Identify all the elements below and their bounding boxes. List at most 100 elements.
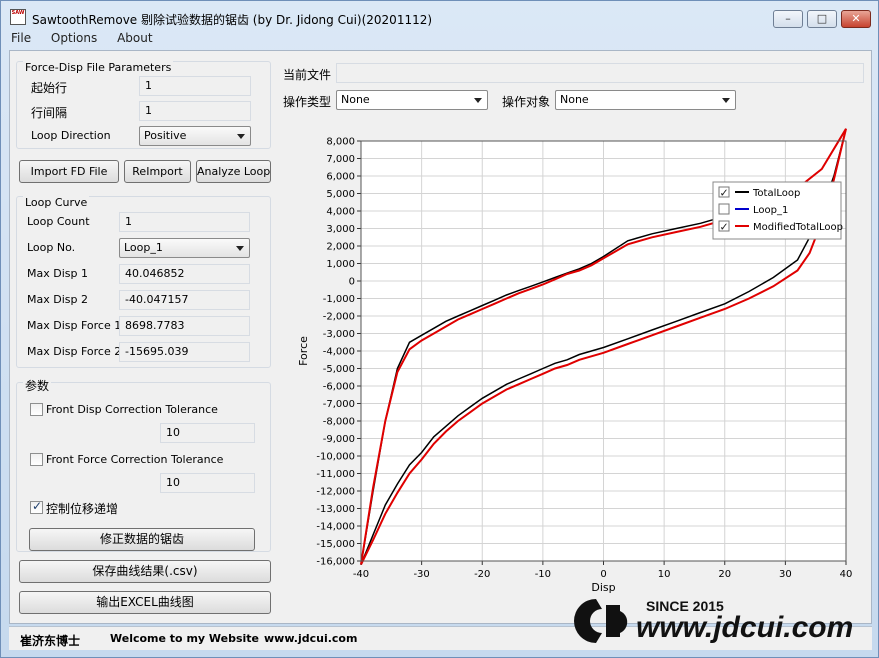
loop-direction-label: Loop Direction [31,129,111,142]
fix-sawtooth-button[interactable]: 修正数据的锯齿 [29,528,255,551]
max-disp-2-field: -40.047157 [119,290,250,310]
x-tick-label: 30 [779,569,792,580]
y-tick-label: 5,000 [326,189,355,200]
y-tick-label: -11,000 [316,469,355,480]
y-tick-label: -12,000 [316,487,355,498]
window-title: SawtoothRemove 剔除试验数据的锯齿 (by Dr. Jidong … [32,13,433,27]
settings-title: 参数 [23,377,52,394]
front-disp-checkbox[interactable] [30,403,43,416]
title-bar[interactable]: SAW SawtoothRemove 剔除试验数据的锯齿 (by Dr. Jid… [1,1,878,31]
loop-curve-group: Loop Curve Loop Count 1 Loop No. Loop_1 … [16,196,271,368]
y-tick-label: -3,000 [323,329,355,340]
minimize-button[interactable]: – [773,10,803,28]
force-disp-chart[interactable]: -40 -30 -20 -10 0 10 20 30 40 8,000 7,000 6,000 5,00… [291,71,861,601]
max-disp-force-1-label: Max Disp Force 1 [27,319,122,332]
y-axis-label: Force [297,336,310,366]
legend-label-modifiedtotalloop: ModifiedTotalLoop [753,222,843,233]
row-interval-field[interactable]: 1 [139,101,251,121]
menu-options[interactable]: Options [49,31,99,45]
y-tick-label: 6,000 [326,172,355,183]
chart-legend: ✓ TotalLoop Loop_1 ✓ ModifiedTotalLoop [712,181,843,240]
x-tick-label: 0 [600,569,606,580]
jdcui-logo: SINCE 2015 www.jdcui.com [574,598,853,644]
max-disp-1-field: 40.046852 [119,264,250,284]
y-tick-label: -13,000 [316,504,355,515]
y-tick-label: 1,000 [326,259,355,270]
x-tick-label: 10 [658,569,671,580]
logo-url: www.jdcui.com [636,611,853,644]
x-tick-label: 40 [840,569,853,580]
y-tick-label: 3,000 [326,224,355,235]
loop-curve-title: Loop Curve [23,196,90,209]
front-force-field[interactable]: 10 [160,473,255,493]
max-disp-force-2-field: -15695.039 [119,342,250,362]
params-group-title: Force-Disp File Parameters [23,61,174,74]
y-tick-label: 2,000 [326,242,355,253]
row-interval-label: 行间隔 [31,106,68,120]
params-group: Force-Disp File Parameters 起始行 1 行间隔 1 L… [16,61,271,149]
save-csv-button[interactable]: 保存曲线结果(.csv) [19,560,271,583]
close-button[interactable]: ✕ [841,10,871,28]
x-tick-label: 20 [718,569,731,580]
start-row-label: 起始行 [31,81,68,95]
import-fd-file-button[interactable]: Import FD File [19,160,119,183]
chevron-down-icon [237,134,245,139]
x-tick-label: -10 [535,569,551,580]
legend-checkbox-loop_1[interactable] [718,203,730,215]
check-icon: ✓ [720,221,729,234]
y-tick-label: 7,000 [326,154,355,165]
y-tick-label: 0 [349,277,355,288]
x-tick-label: -40 [353,569,369,580]
legend-label-totalloop: TotalLoop [752,188,800,199]
control-disp-label: 控制位移递增 [46,502,119,516]
loop-no-value: Loop_1 [124,241,163,254]
menu-about[interactable]: About [115,31,154,45]
chevron-down-icon [236,246,244,251]
check-icon: ✓ [720,187,729,200]
reimport-button[interactable]: ReImport [124,160,191,183]
y-tick-label: -1,000 [323,294,355,305]
settings-group: 参数 Front Disp Correction Tolerance 10 Fr… [16,377,271,552]
status-welcome: Welcome to my Website [110,632,260,645]
legend-label-loop_1: Loop_1 [753,205,788,216]
loop-direction-select[interactable]: Positive [139,126,251,146]
y-tick-label: -8,000 [323,417,355,428]
start-row-field[interactable]: 1 [139,76,251,96]
export-excel-button[interactable]: 输出EXCEL曲线图 [19,591,271,614]
front-force-checkbox[interactable] [30,453,43,466]
x-tick-label: -30 [413,569,429,580]
front-disp-field[interactable]: 10 [160,423,255,443]
menu-bar: File Options About [9,31,872,49]
maximize-button[interactable]: □ [807,10,837,28]
loop-count-label: Loop Count [27,215,90,228]
y-tick-label: -16,000 [316,557,355,568]
y-tick-label: -6,000 [323,382,355,393]
x-tick-label: -20 [474,569,490,580]
control-disp-checkbox[interactable] [30,499,43,514]
loop-no-select[interactable]: Loop_1 [119,238,250,258]
loop-direction-value: Positive [144,129,187,142]
status-author: 崔济东博士 [20,634,81,648]
front-force-label: Front Force Correction Tolerance [46,453,224,466]
y-tick-label: -4,000 [323,347,355,358]
y-tick-label: 8,000 [326,137,355,148]
y-tick-label: -10,000 [316,452,355,463]
y-tick-label: -14,000 [316,522,355,533]
menu-file[interactable]: File [9,31,33,45]
y-tick-label: 4,000 [326,207,355,218]
y-tick-label: -15,000 [316,539,355,550]
max-disp-1-label: Max Disp 1 [27,267,88,280]
loop-count-field: 1 [119,212,250,232]
app-icon: SAW [10,9,26,25]
y-tick-label: -9,000 [323,434,355,445]
max-disp-force-1-field: 8698.7783 [119,316,250,336]
loop-no-label: Loop No. [27,241,76,254]
y-tick-label: -2,000 [323,312,355,323]
y-tick-label: -5,000 [323,364,355,375]
front-disp-label: Front Disp Correction Tolerance [46,403,218,416]
analyze-loop-button[interactable]: Analyze Loop [196,160,271,183]
max-disp-2-label: Max Disp 2 [27,293,88,306]
status-site[interactable]: www.jdcui.com [264,632,357,645]
max-disp-force-2-label: Max Disp Force 2 [27,345,122,358]
main-window: SAW SawtoothRemove 剔除试验数据的锯齿 (by Dr. Jid… [0,0,879,658]
